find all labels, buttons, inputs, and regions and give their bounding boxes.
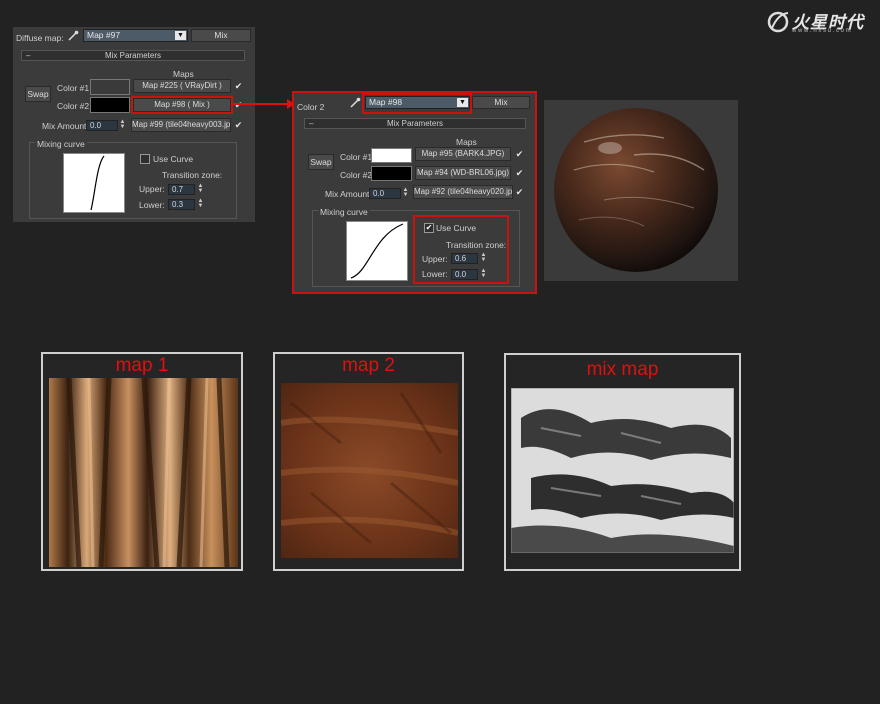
color2-label: Color #2 (57, 101, 90, 111)
lower-arrows-icon[interactable]: ▲ ▼ (197, 198, 204, 209)
upper-arrows-icon[interactable]: ▲ ▼ (197, 183, 204, 194)
use-curve-label: Use Curve (153, 154, 194, 164)
color1-map-button[interactable]: Map #225 ( VRayDirt ) (133, 79, 231, 93)
color1-map-checkbox[interactable]: ✔ (234, 82, 243, 91)
thumbnail-caption: map 2 (342, 355, 395, 376)
mixing-curve-label: Mixing curve (35, 139, 87, 149)
highlight-map-name (362, 93, 472, 114)
color2-swatch[interactable] (90, 97, 130, 113)
mix-mask-image (511, 388, 734, 553)
chevron-down-icon: ▼ (175, 31, 186, 40)
connector-arrow (233, 98, 295, 110)
mixing-curve-graph (63, 153, 125, 213)
highlight-use-curve (413, 215, 509, 284)
hxsd-logo: 火星时代 w w w . h x s d . c o m (766, 8, 872, 36)
logo-mark-icon (767, 11, 789, 33)
logo-url: w w w . h x s d . c o m (792, 28, 851, 34)
thumbnail-mix-map: mix map (504, 353, 741, 571)
thumbnail-caption: mix map (586, 359, 659, 380)
diffuse-map-label: Diffuse map: (16, 33, 64, 43)
mix-amount-arrows-icon[interactable]: ▲ ▼ (119, 119, 126, 130)
highlight-map98 (131, 96, 233, 114)
lower-label: Lower: (139, 200, 165, 210)
curve-line (90, 155, 105, 211)
map-type-button[interactable]: Mix (191, 29, 251, 42)
mix-parameters-rollout[interactable]: – Mix Parameters (21, 50, 245, 61)
map-name-value: Map #97 (87, 30, 121, 40)
mix-panel-1: Diffuse map: Map #97 ▼ Mix – Mix Paramet… (13, 27, 255, 222)
mix-amount-map-checkbox[interactable]: ✔ (234, 121, 243, 130)
mix-amount-label: Mix Amount: (42, 121, 89, 131)
color1-swatch[interactable] (90, 79, 130, 95)
maps-header: Maps (173, 69, 194, 79)
thumbnail-map2: map 2 (273, 352, 464, 571)
collapse-icon: – (26, 51, 31, 60)
use-curve-checkbox[interactable] (140, 154, 150, 164)
color1-label: Color #1 (57, 83, 90, 93)
map-name-dropdown[interactable]: Map #97 ▼ (83, 29, 188, 42)
rusty-sphere-image (554, 108, 718, 272)
material-preview (544, 100, 738, 281)
transition-zone-label: Transition zone: (162, 170, 223, 180)
upper-label: Upper: (139, 184, 165, 194)
eyedropper-icon[interactable] (67, 30, 79, 42)
upper-spinner[interactable]: 0.7 (168, 184, 195, 195)
lower-spinner[interactable]: 0.3 (168, 199, 195, 210)
thumbnail-caption: map 1 (115, 355, 169, 376)
swap-button[interactable]: Swap (25, 86, 51, 102)
mix-amount-map-button[interactable]: Map #99 (tile04heavy003.jpg) (131, 118, 231, 132)
rollout-title: Mix Parameters (104, 51, 161, 60)
mixing-curve-group: Mixing curve Use Curve Transition zone: … (29, 139, 237, 219)
thumbnail-map1: map 1 (41, 352, 243, 571)
mix-amount-spinner[interactable]: 0.0 (86, 120, 118, 131)
rust-texture-image (281, 383, 458, 558)
bark-texture-image (49, 378, 238, 567)
